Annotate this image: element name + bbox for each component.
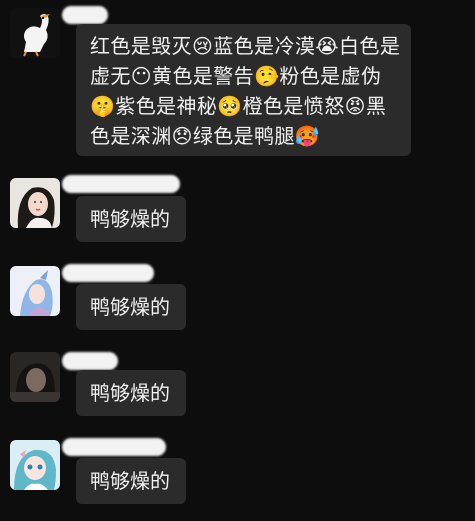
white-goose-avatar-icon[interactable]	[10, 8, 60, 58]
redacted-username	[62, 264, 154, 282]
redacted-username	[62, 352, 118, 370]
girl-photo-avatar-icon[interactable]	[10, 178, 60, 228]
message-bubble[interactable]: 鸭够燥的	[76, 196, 186, 242]
blue-hair-anime-avatar-icon[interactable]	[10, 440, 60, 490]
redacted-username	[62, 175, 180, 193]
dark-photo-avatar-icon[interactable]	[10, 352, 60, 402]
message-bubble[interactable]: 鸭够燥的	[76, 458, 186, 504]
message-bubble[interactable]: 鸭够燥的	[76, 284, 186, 330]
anime-character-avatar-icon[interactable]	[10, 266, 60, 316]
redacted-username	[62, 438, 166, 456]
redacted-username	[62, 6, 108, 24]
message-bubble[interactable]: 红色是毁灭😢蓝色是冷漠😭白色是虚无😶黄色是警告🤥粉色是虚伪🤫紫色是神秘🥺橙色是愤…	[76, 24, 411, 156]
message-bubble[interactable]: 鸭够燥的	[76, 370, 186, 416]
